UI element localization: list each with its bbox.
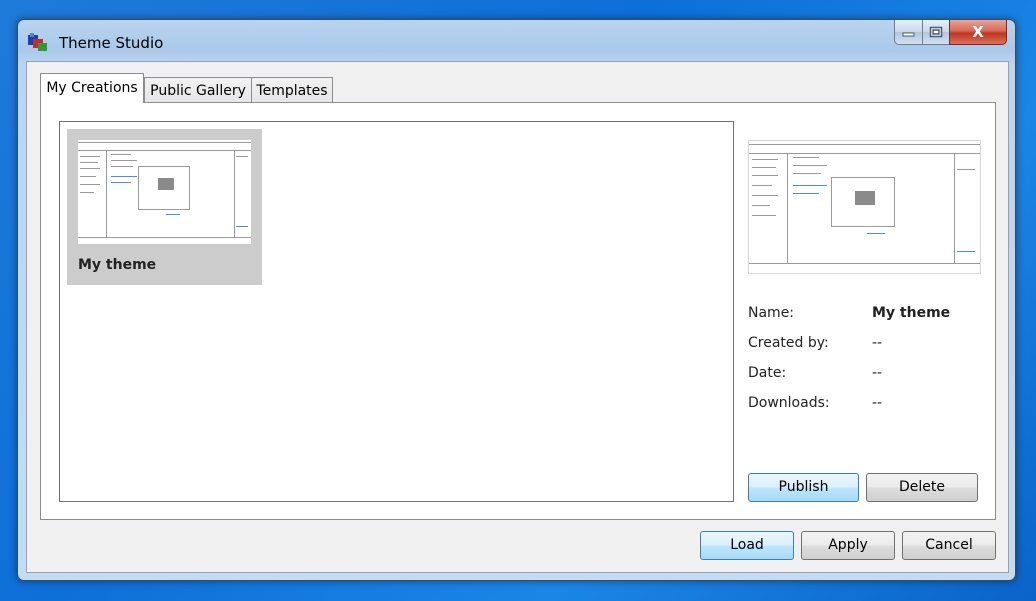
detail-value: My theme xyxy=(872,305,951,321)
minimize-icon xyxy=(902,32,914,37)
detail-value: -- xyxy=(872,395,883,411)
theme-details: Name: My theme Created by: -- Date: -- D… xyxy=(748,305,988,425)
close-button[interactable]: X xyxy=(949,20,1007,45)
tab-templates[interactable]: Templates xyxy=(251,77,333,103)
tab-my-creations[interactable]: My Creations xyxy=(40,73,144,103)
caption-buttons: X xyxy=(894,20,1007,47)
minimize-button[interactable] xyxy=(894,20,922,45)
restore-icon xyxy=(929,26,943,38)
detail-label: Downloads: xyxy=(748,395,830,411)
detail-row-name: Name: My theme xyxy=(748,305,988,335)
detail-row-date: Date: -- xyxy=(748,365,988,395)
dialog-client-area: My Creations Public Gallery Templates My… xyxy=(26,61,1009,573)
publish-button[interactable]: Publish xyxy=(748,473,859,502)
theme-card[interactable]: My theme xyxy=(67,129,262,285)
theme-gallery-list[interactable]: My theme xyxy=(59,121,734,502)
apply-button[interactable]: Apply xyxy=(801,531,895,560)
tab-public-gallery[interactable]: Public Gallery xyxy=(144,77,252,103)
delete-button[interactable]: Delete xyxy=(866,473,978,502)
detail-value: -- xyxy=(872,335,883,351)
detail-value: -- xyxy=(872,365,883,381)
close-icon: X xyxy=(972,23,984,41)
tab-panel-my-creations: My theme Name: My theme Created by: -- D… xyxy=(40,102,996,520)
detail-row-created-by: Created by: -- xyxy=(748,335,988,365)
theme-thumbnail xyxy=(78,140,251,244)
theme-studio-window: Theme Studio X My Creations Public Galle… xyxy=(17,19,1016,581)
cancel-button[interactable]: Cancel xyxy=(902,531,996,560)
detail-label: Created by: xyxy=(748,335,829,351)
load-button[interactable]: Load xyxy=(700,531,794,560)
detail-label: Date: xyxy=(748,365,787,381)
app-icon xyxy=(28,33,47,51)
window-title: Theme Studio xyxy=(59,34,164,52)
detail-row-downloads: Downloads: -- xyxy=(748,395,988,425)
theme-card-label: My theme xyxy=(78,257,157,273)
theme-preview-image xyxy=(748,140,981,274)
detail-label: Name: xyxy=(748,305,795,321)
maximize-button[interactable] xyxy=(922,20,949,45)
